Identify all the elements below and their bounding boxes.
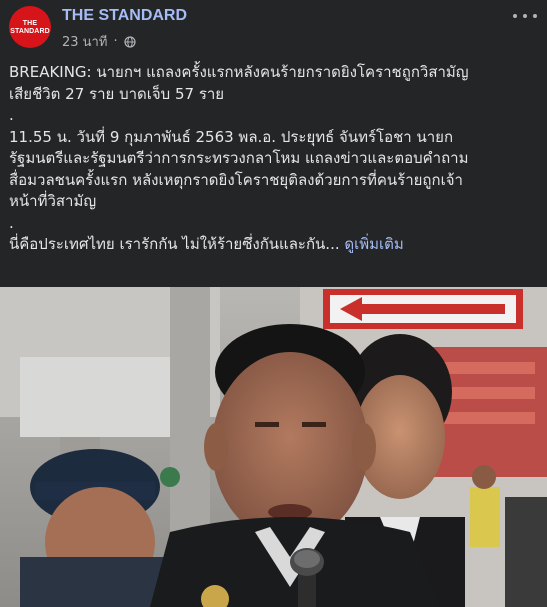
post-meta: 23 นาที · xyxy=(62,31,136,52)
post-text-spacer: . xyxy=(9,213,14,232)
post-text-spacer: . xyxy=(9,106,14,124)
page-avatar[interactable]: THE STANDARD xyxy=(9,6,51,48)
post-text-line: BREAKING: นายกฯ แถลงครั้งแรกหลังคนร้ายกร… xyxy=(9,63,469,81)
post-text-line: รัฐมนตรีและรัฐมนตรีว่าการกระทรวงกลาโหม แ… xyxy=(9,149,469,167)
facebook-post: THE STANDARD THE STANDARD 23 นาที · BREA… xyxy=(0,0,547,607)
post-timestamp[interactable]: 23 นาที xyxy=(62,31,107,52)
post-text-line: 11.55 น. วันที่ 9 กุมภาพันธ์ 2563 พล.อ. … xyxy=(9,127,454,146)
news-photo xyxy=(0,287,547,607)
post-text-line: หน้าที่วิสามัญ xyxy=(9,192,97,210)
post-body: BREAKING: นายกฯ แถลงครั้งแรกหลังคนร้ายกร… xyxy=(9,62,539,256)
post-text-line: เสียชีวิต 27 ราย บาดเจ็บ 57 ราย xyxy=(9,84,225,103)
meta-separator: · xyxy=(113,34,118,49)
more-options-icon[interactable] xyxy=(513,8,537,24)
post-text-line: นี่คือประเทศไทย เรารักกัน ไม่ให้ร้ายซึ่ง… xyxy=(9,235,340,253)
see-more-link[interactable]: ดูเพิ่มเติม xyxy=(344,235,403,253)
avatar-text-line1: THE xyxy=(22,19,38,27)
post-header: THE STANDARD THE STANDARD 23 นาที · xyxy=(0,0,547,56)
post-text-last-line: นี่คือประเทศไทย เรารักกัน ไม่ให้ร้ายซึ่ง… xyxy=(9,234,539,256)
post-photo[interactable] xyxy=(0,287,547,607)
globe-icon xyxy=(123,35,136,48)
page-name-link[interactable]: THE STANDARD xyxy=(62,7,187,25)
post-text-line: สื่อมวลชนครั้งแรก หลังเหตุกราดยิงโคราชยุ… xyxy=(9,170,463,189)
avatar-text-line2: STANDARD xyxy=(10,27,50,35)
